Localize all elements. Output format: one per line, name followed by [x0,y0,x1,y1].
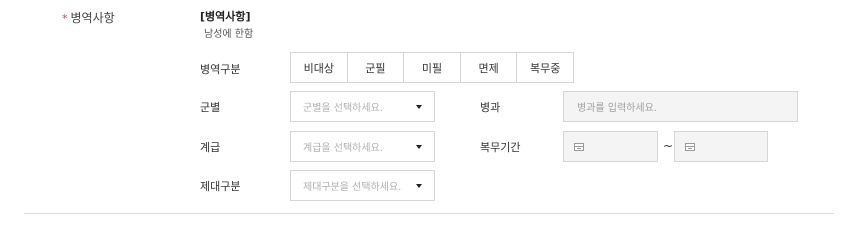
service-period-start-date[interactable] [563,131,658,162]
service-type-option-completed[interactable]: 군필 [348,53,405,82]
service-type-option-not-completed[interactable]: 미필 [404,53,461,82]
section-divider [24,213,834,214]
service-type-option-serving[interactable]: 복무중 [517,53,573,82]
specialty-label: 병과 [480,101,501,114]
discharge-type-select[interactable]: 제대구분을 선택하세요. [290,170,435,201]
military-section-label: * 병역사항 [62,9,115,26]
rank-label: 계급 [200,141,221,154]
rank-select[interactable]: 계급을 선택하세요. [290,131,435,162]
service-period-label: 복무기간 [480,141,521,154]
branch-select-placeholder: 군별을 선택하세요. [303,103,383,114]
notice-title: [병역사항] [200,10,251,23]
military-section-title: 병역사항 [70,11,115,25]
calendar-icon[interactable] [574,142,584,151]
discharge-type-label: 제대구분 [200,180,241,193]
calendar-icon[interactable] [685,142,695,151]
chevron-down-icon [416,144,422,149]
required-mark: * [62,12,68,25]
service-type-option-exempt[interactable]: 면제 [461,53,518,82]
service-type-label: 병역구분 [200,63,241,76]
rank-select-placeholder: 계급을 선택하세요. [303,143,383,154]
branch-select[interactable]: 군별을 선택하세요. [290,91,435,122]
chevron-down-icon [416,183,422,188]
service-period-end-date[interactable] [674,131,768,162]
notice-subtitle: 남성에 한함 [204,29,254,40]
chevron-down-icon [416,104,422,109]
discharge-type-select-placeholder: 제대구분을 선택하세요. [303,182,402,193]
date-range-separator: ~ [663,139,674,153]
branch-label: 군별 [200,101,221,114]
specialty-input-placeholder: 병과를 입력하세요. [577,103,657,114]
specialty-input[interactable]: 병과를 입력하세요. [563,91,798,122]
service-type-segmented-control: 비대상 군필 미필 면제 복무중 [290,52,574,83]
service-type-option-non-target[interactable]: 비대상 [291,53,348,82]
